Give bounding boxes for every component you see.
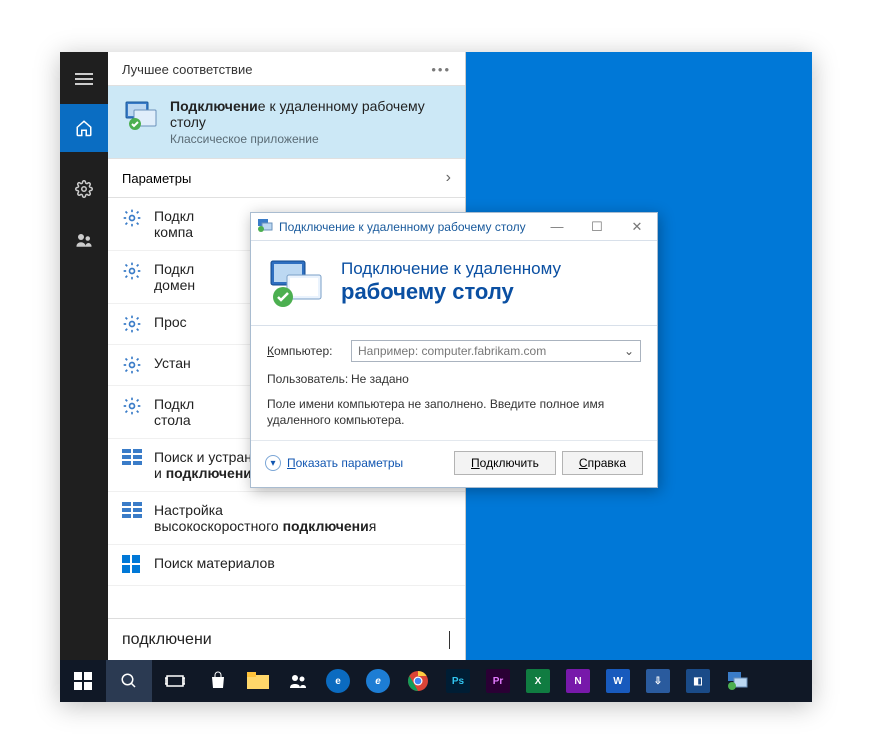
taskbar: e e Ps Pr X N W ⇩ ◧ xyxy=(60,660,812,702)
section-label: Параметры xyxy=(122,171,191,186)
rdp-body: Компьютер: Например: computer.fabrikam.c… xyxy=(251,326,657,440)
gear-icon[interactable] xyxy=(75,180,93,203)
result-subtitle: стола xyxy=(154,412,194,428)
onenote-icon[interactable]: N xyxy=(558,660,598,702)
result-icon xyxy=(122,396,142,416)
computer-placeholder: Например: computer.fabrikam.com xyxy=(358,344,546,358)
explorer-icon[interactable] xyxy=(238,660,278,702)
help-button[interactable]: Справка xyxy=(562,451,643,475)
ie-icon[interactable]: e xyxy=(358,660,398,702)
result-icon xyxy=(122,314,142,334)
rdp-header-line1: Подключение к удаленному xyxy=(341,259,561,279)
rdp-message: Поле имени компьютера не заполнено. Введ… xyxy=(267,396,641,428)
best-match-result[interactable]: Подключение к удаленному рабочему столу … xyxy=(108,86,465,159)
search-result[interactable]: Поиск материалов xyxy=(108,545,465,586)
start-button[interactable] xyxy=(60,660,106,702)
minimize-button[interactable]: — xyxy=(537,219,577,234)
rdp-header-icon xyxy=(267,259,327,309)
app-icon-1[interactable]: ⇩ xyxy=(638,660,678,702)
section-label: Лучшее соответствие xyxy=(122,62,252,77)
search-button[interactable] xyxy=(106,660,152,702)
close-button[interactable]: ✕ xyxy=(617,219,657,235)
user-value: Не задано xyxy=(351,372,409,386)
rdp-app-icon xyxy=(122,98,158,134)
result-icon xyxy=(122,208,142,228)
start-rail xyxy=(60,52,108,660)
rdp-footer: ▾ Показать параметры Подключить Справка xyxy=(251,440,657,487)
photoshop-icon[interactable]: Ps xyxy=(438,660,478,702)
result-icon xyxy=(122,261,142,281)
more-icon[interactable]: ••• xyxy=(431,62,451,77)
people-app-icon[interactable] xyxy=(278,660,318,702)
result-subtitle: высокоскоростного подключения xyxy=(154,518,376,534)
result-icon xyxy=(122,449,142,469)
home-icon[interactable] xyxy=(60,104,108,152)
connect-button[interactable]: Подключить xyxy=(454,451,556,475)
chevron-down-icon: ⌄ xyxy=(624,344,634,358)
rdp-window-title: Подключение к удаленному рабочему столу xyxy=(279,220,526,234)
word-icon[interactable]: W xyxy=(598,660,638,702)
store-icon[interactable] xyxy=(198,660,238,702)
result-icon xyxy=(122,355,142,375)
result-title: Настройка xyxy=(154,502,376,518)
maximize-button[interactable]: ☐ xyxy=(577,219,617,235)
hamburger-icon[interactable] xyxy=(75,70,93,88)
taskview-button[interactable] xyxy=(152,660,198,702)
result-icon xyxy=(122,502,142,522)
result-title: Подкл xyxy=(154,208,194,224)
chevron-right-icon: › xyxy=(446,169,451,187)
search-input[interactable] xyxy=(122,631,451,649)
edge-icon[interactable]: e xyxy=(318,660,358,702)
show-options-link[interactable]: ▾ Показать параметры xyxy=(265,455,403,471)
result-title: Устан xyxy=(154,355,191,371)
rdp-titlebar[interactable]: Подключение к удаленному рабочему столу … xyxy=(251,213,657,241)
best-match-subtitle: Классическое приложение xyxy=(170,132,451,146)
result-title: Подкл xyxy=(154,261,195,277)
rdp-taskbar-icon[interactable] xyxy=(718,660,758,702)
text-cursor xyxy=(449,631,450,649)
best-match-header: Лучшее соответствие ••• xyxy=(108,52,465,86)
user-label: Пользователь: xyxy=(267,372,351,386)
result-title: Поиск материалов xyxy=(154,555,275,571)
search-result[interactable]: Настройкавысокоскоростного подключения xyxy=(108,492,465,545)
result-subtitle: компа xyxy=(154,224,194,240)
chrome-icon[interactable] xyxy=(398,660,438,702)
chevron-down-icon: ▾ xyxy=(265,455,281,471)
result-title: Подкл xyxy=(154,396,194,412)
settings-section-header[interactable]: Параметры › xyxy=(108,159,465,198)
computer-label: Компьютер: xyxy=(267,344,351,358)
result-icon xyxy=(122,555,142,575)
app-icon-2[interactable]: ◧ xyxy=(678,660,718,702)
rdp-title-icon xyxy=(257,217,273,236)
people-icon[interactable] xyxy=(75,231,93,254)
search-input-container xyxy=(108,618,465,660)
result-subtitle: домен xyxy=(154,277,195,293)
rdp-dialog: Подключение к удаленному рабочему столу … xyxy=(250,212,658,488)
rdp-header: Подключение к удаленному рабочему столу xyxy=(251,241,657,326)
rdp-header-line2: рабочему столу xyxy=(341,279,561,305)
premiere-icon[interactable]: Pr xyxy=(478,660,518,702)
result-title: Прос xyxy=(154,314,187,330)
best-match-title: Подключение к удаленному рабочему столу xyxy=(170,98,451,130)
computer-combobox[interactable]: Например: computer.fabrikam.com ⌄ xyxy=(351,340,641,362)
excel-icon[interactable]: X xyxy=(518,660,558,702)
